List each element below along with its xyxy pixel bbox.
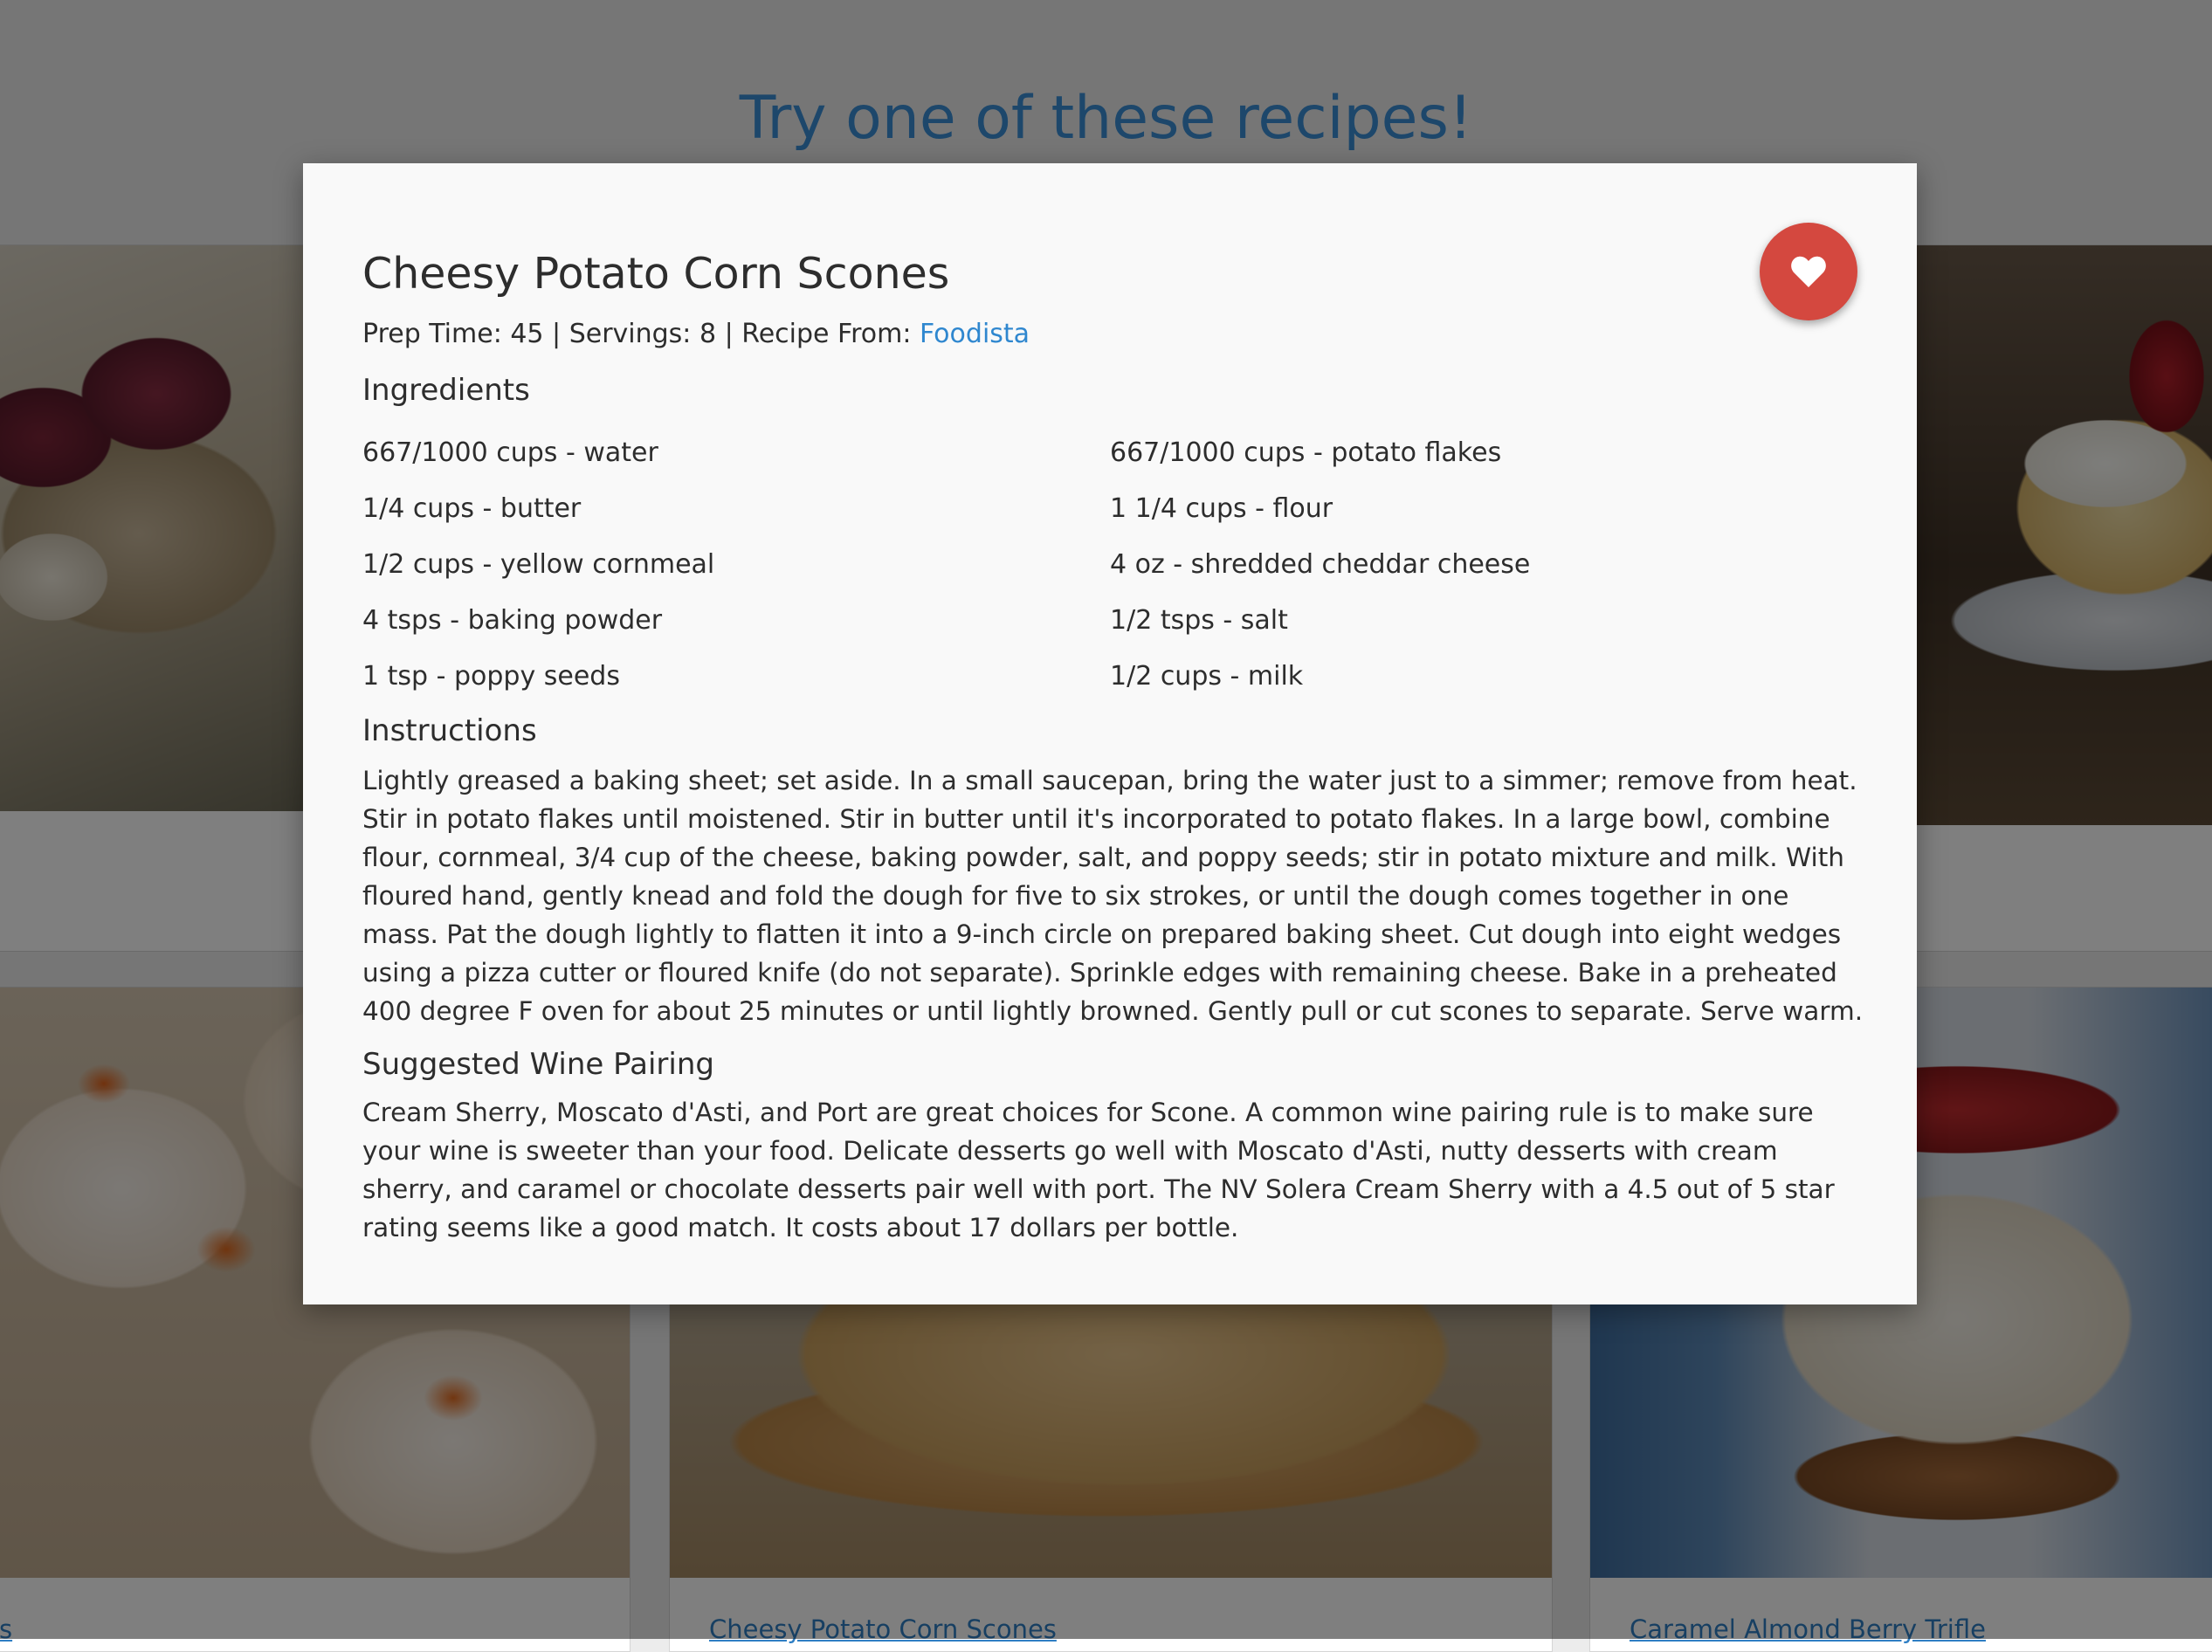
recipe-meta: Prep Time: 45 | Servings: 8 | Recipe Fro… [362, 319, 1030, 349]
favorite-button[interactable] [1760, 223, 1857, 320]
instructions-text: Lightly greased a baking sheet; set asid… [362, 766, 1864, 1026]
modal-title: Cheesy Potato Corn Scones [362, 249, 950, 299]
ingredients-heading: Ingredients [362, 373, 530, 408]
heart-icon [1791, 256, 1826, 287]
recipe-meta-text: Prep Time: 45 | Servings: 8 | Recipe Fro… [362, 319, 920, 349]
ingredient-item: 4 oz - shredded cheddar cheese [1110, 549, 1531, 580]
wine-pairing-text: Cream Sherry, Moscato d'Asti, and Port a… [362, 1098, 1835, 1242]
recipe-modal: Cheesy Potato Corn Scones Prep Time: 45 … [303, 163, 1917, 1304]
ingredients-list: 667/1000 cups - water 667/1000 cups - po… [362, 425, 1856, 705]
ingredient-item: 1 tsp - poppy seeds [362, 661, 620, 692]
ingredient-item: 1 1/4 cups - flour [1110, 493, 1333, 524]
ingredient-item: 4 tsps - baking powder [362, 605, 663, 636]
ingredient-item: 1/2 cups - milk [1110, 661, 1304, 692]
ingredient-item: 667/1000 cups - potato flakes [1110, 437, 1502, 468]
ingredient-item: 1/4 cups - butter [362, 493, 582, 524]
ingredient-item: 667/1000 cups - water [362, 437, 658, 468]
ingredient-item: 1/2 tsps - salt [1110, 605, 1288, 636]
wine-pairing-heading: Suggested Wine Pairing [362, 1047, 714, 1082]
instructions-heading: Instructions [362, 713, 537, 748]
ingredient-item: 1/2 cups - yellow cornmeal [362, 549, 715, 580]
recipe-source-link[interactable]: Foodista [920, 319, 1030, 349]
